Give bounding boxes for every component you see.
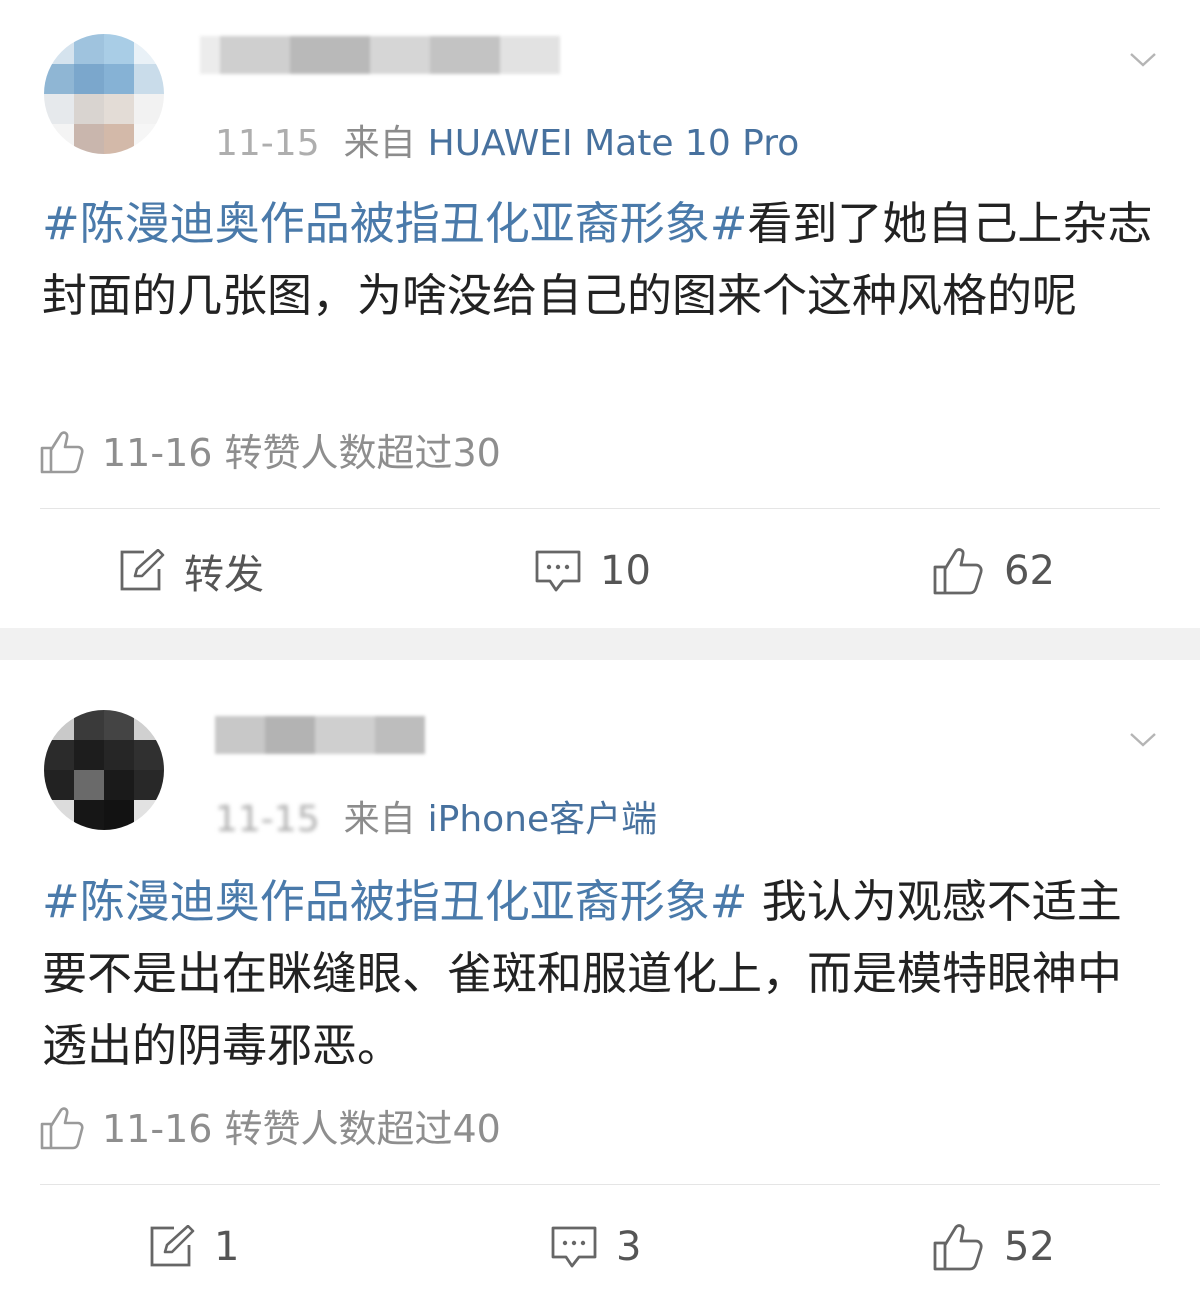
divider (40, 508, 1160, 509)
post-meta: 11-15 来自 iPhone客户端 (215, 790, 657, 842)
post-card[interactable]: 11-15 来自 HUAWEI Mate 10 Pro #陈漫迪奥作品被指丑化亚裔形… (0, 0, 1200, 628)
divider (40, 1184, 1160, 1185)
source-label: 来自 (343, 123, 416, 164)
weibo-comment-feed: 11-15 来自 HUAWEI Mate 10 Pro #陈漫迪奥作品被指丑化亚裔形… (0, 0, 1200, 1310)
post-card[interactable]: 11-15 来自 iPhone客户端 #陈漫迪奥作品被指丑化亚裔形象# 我认为观感不… (0, 660, 1200, 1310)
thumb-up-icon (40, 430, 84, 473)
share-icon (150, 1225, 195, 1267)
post-separator (0, 628, 1200, 660)
source-label: 来自 (343, 799, 416, 840)
avatar[interactable] (44, 34, 164, 154)
forward-label: 转发 (184, 552, 264, 598)
like-summary: 11-16 转赞人数超过30 (38, 422, 501, 480)
action-bar: 1 3 52 (0, 1202, 1200, 1292)
avatar[interactable] (44, 710, 164, 830)
hashtag-link[interactable]: #陈漫迪奥作品被指丑化亚裔形象# (42, 875, 747, 928)
chevron-down-icon[interactable] (1128, 724, 1158, 754)
hashtag-link[interactable]: #陈漫迪奥作品被指丑化亚裔形象# (42, 197, 747, 250)
like-icon (933, 548, 983, 595)
like-summary-text: 11-16 转赞人数超过30 (102, 431, 501, 475)
post-content: #陈漫迪奥作品被指丑化亚裔形象# 我认为观感不适主要不是出在眯缝眼、雀斑和服道化… (42, 866, 1162, 1082)
forward-button[interactable]: 1 (148, 1202, 239, 1292)
like-count: 52 (1004, 1224, 1055, 1270)
forward-button[interactable]: 转发 (118, 526, 264, 616)
like-count: 62 (1004, 548, 1055, 594)
post-source[interactable]: HUAWEI Mate 10 Pro (428, 123, 800, 164)
comment-count: 10 (600, 548, 651, 594)
like-button[interactable]: 52 (932, 1202, 1055, 1292)
post-meta: 11-15 来自 HUAWEI Mate 10 Pro (215, 114, 799, 166)
like-summary: 11-16 转赞人数超过40 (38, 1098, 501, 1156)
post-date: 11-15 (215, 123, 320, 164)
username-blurred[interactable] (200, 36, 560, 74)
share-icon (120, 549, 165, 591)
comment-count: 3 (616, 1224, 642, 1270)
comment-button[interactable]: 10 (534, 526, 651, 616)
post-source[interactable]: iPhone客户端 (428, 799, 658, 840)
like-button[interactable]: 62 (932, 526, 1055, 616)
comment-button[interactable]: 3 (550, 1202, 641, 1292)
post-date: 11-15 (215, 799, 320, 840)
thumb-up-icon (40, 1106, 84, 1149)
post-content: #陈漫迪奥作品被指丑化亚裔形象#看到了她自己上杂志封面的几张图，为啥没给自己的图… (42, 188, 1162, 332)
action-bar: 转发 10 62 (0, 526, 1200, 616)
comment-icon (551, 1226, 597, 1268)
forward-count: 1 (214, 1224, 240, 1270)
like-summary-text: 11-16 转赞人数超过40 (102, 1107, 501, 1151)
username-blurred[interactable] (215, 716, 425, 754)
chevron-down-icon[interactable] (1128, 44, 1158, 74)
comment-icon (535, 550, 581, 592)
like-icon (933, 1224, 983, 1271)
